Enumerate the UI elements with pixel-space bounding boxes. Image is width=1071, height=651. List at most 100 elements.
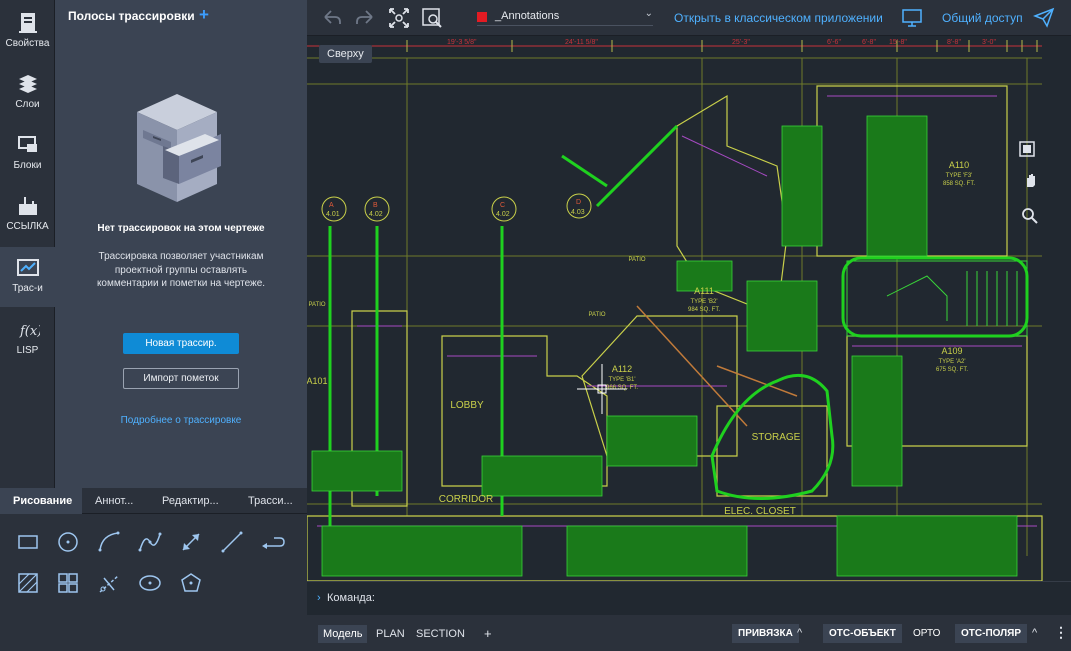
import-markup-button[interactable]: Импорт пометок <box>123 368 239 389</box>
line-icon[interactable] <box>219 529 245 555</box>
rail-item-label: Слои <box>15 99 40 110</box>
trim-icon[interactable] <box>96 570 122 596</box>
tab-draw[interactable]: Рисование <box>0 488 82 514</box>
svg-text:6'-8": 6'-8" <box>862 39 876 46</box>
panel-title: Полосы трассировки <box>68 9 195 23</box>
svg-text:4.03: 4.03 <box>571 209 585 216</box>
svg-text:TYPE 'B1': TYPE 'B1' <box>609 377 636 383</box>
toggle-ortho[interactable]: ОРТО <box>907 624 946 643</box>
tab-plan[interactable]: PLAN <box>371 625 410 643</box>
polygon-icon[interactable] <box>178 570 204 596</box>
pan-hand-icon[interactable] <box>1022 171 1040 189</box>
spline-icon[interactable] <box>137 529 163 555</box>
rail-item-xref[interactable]: ССЫЛКА <box>0 185 55 245</box>
add-layout-button[interactable]: + <box>479 623 497 644</box>
toggle-snap[interactable]: ПРИВЯЗКА <box>732 624 799 643</box>
toggle-object-tracking[interactable]: ОТС-ОБЪЕКТ <box>823 624 902 643</box>
svg-text:LOBBY: LOBBY <box>450 400 484 411</box>
svg-text:4.02: 4.02 <box>369 211 383 218</box>
empty-state-title: Нет трассировок на этом чертеже <box>97 223 265 234</box>
rail-item-layers[interactable]: Слои <box>0 63 55 123</box>
tab-model[interactable]: Модель <box>318 625 368 643</box>
svg-text:A112: A112 <box>612 364 632 374</box>
svg-text:3'-0": 3'-0" <box>982 39 996 46</box>
ellipse-icon[interactable] <box>137 570 163 596</box>
drawing-canvas[interactable]: 19'-3 5/8" 24'-11 5/8" 25'-3" 6'-6" 6'-8" 15'… <box>307 36 1071 581</box>
svg-text:19'-3 5/8": 19'-3 5/8" <box>447 39 477 46</box>
tool-palette: Рисование Аннот... Редактир... Трасси... <box>0 488 307 651</box>
share-link[interactable]: Общий доступ <box>942 11 1023 25</box>
zoom-window-icon[interactable] <box>421 7 443 29</box>
svg-text:PATIO: PATIO <box>588 312 605 318</box>
view-label[interactable]: Сверху <box>319 45 372 63</box>
properties-icon <box>18 13 37 33</box>
arc-icon[interactable] <box>96 529 122 555</box>
chevron-up-icon[interactable]: ^ <box>1027 624 1042 642</box>
array-icon[interactable] <box>55 570 81 596</box>
svg-text:A110: A110 <box>949 160 969 170</box>
svg-text:A111: A111 <box>694 286 714 296</box>
chevron-up-icon[interactable]: ^ <box>792 624 807 642</box>
learn-more-link[interactable]: Подробнее о трассировке <box>55 415 307 426</box>
blocks-icon <box>17 136 37 152</box>
svg-text:6'-6": 6'-6" <box>827 39 841 46</box>
xref-icon <box>18 197 37 215</box>
tab-trace[interactable]: Трасси... <box>232 488 307 514</box>
more-options-icon[interactable]: ⋮ <box>1049 621 1071 644</box>
svg-text:PATIO: PATIO <box>628 257 645 263</box>
lisp-icon: f(x) <box>19 324 40 339</box>
svg-text:966 SQ. FT.: 966 SQ. FT. <box>606 385 638 391</box>
svg-text:TYPE 'B2': TYPE 'B2' <box>691 299 718 305</box>
svg-text:15'-8": 15'-8" <box>889 39 907 46</box>
double-arrow-icon[interactable] <box>178 529 204 555</box>
palette-tabs: Рисование Аннот... Редактир... Трасси... <box>0 488 307 514</box>
svg-text:675 SQ. FT.: 675 SQ. FT. <box>936 367 968 373</box>
layer-selector[interactable]: _Annotations ⌄ <box>477 8 653 26</box>
svg-text:4.01: 4.01 <box>326 211 340 218</box>
svg-text:8'-8": 8'-8" <box>947 39 961 46</box>
command-line[interactable]: › Команда: <box>307 581 1071 615</box>
add-trace-button[interactable]: + <box>199 5 209 25</box>
rail-item-properties[interactable]: Свойства <box>0 2 55 62</box>
svg-text:A: A <box>329 202 334 209</box>
open-in-desktop-link[interactable]: Открыть в классическом приложении <box>674 11 883 25</box>
svg-text:C: C <box>500 202 505 209</box>
svg-text:858 SQ. FT.: 858 SQ. FT. <box>943 181 975 187</box>
svg-text:B: B <box>373 202 378 209</box>
trace-panel: Полосы трассировки + Нет трассировок на … <box>55 0 307 488</box>
svg-text:TYPE 'A2': TYPE 'A2' <box>939 359 966 365</box>
new-trace-button[interactable]: Новая трассир. <box>123 333 239 354</box>
zoom-extents-icon[interactable] <box>388 7 410 29</box>
tab-annotate[interactable]: Аннот... <box>82 488 148 514</box>
svg-text:STORAGE: STORAGE <box>752 432 801 443</box>
tab-modify[interactable]: Редактир... <box>148 488 232 514</box>
undo-icon[interactable] <box>321 7 343 29</box>
rail-item-lisp[interactable]: f(x) LISP <box>0 309 55 369</box>
svg-text:ELEC. CLOSET: ELEC. CLOSET <box>724 506 796 517</box>
svg-text:PATIO: PATIO <box>308 302 325 308</box>
command-prompt-chevron: › <box>317 592 321 604</box>
svg-text:A101: A101 <box>307 376 328 386</box>
redo-icon[interactable] <box>354 7 376 29</box>
paper-plane-icon[interactable] <box>1033 6 1055 28</box>
zoom-magnifier-icon[interactable] <box>1021 207 1039 225</box>
floor-plan-drawing[interactable]: 19'-3 5/8" 24'-11 5/8" 25'-3" 6'-6" 6'-8" 15'… <box>307 36 1071 581</box>
circle-icon[interactable] <box>55 529 81 555</box>
hatch-icon[interactable] <box>15 570 41 596</box>
layer-name: _Annotations <box>495 10 560 22</box>
rail-item-blocks[interactable]: Блоки <box>0 124 55 184</box>
left-rail: Свойства Слои Блоки ССЫЛКА Трас-и f(x) L… <box>0 0 55 488</box>
rail-item-label: Трас-и <box>12 283 43 294</box>
command-prompt: Команда: <box>327 592 375 604</box>
svg-text:A109: A109 <box>941 346 962 356</box>
rectangle-icon[interactable] <box>15 529 41 555</box>
layout-toggle-icon[interactable] <box>1018 140 1036 158</box>
desktop-monitor-icon[interactable] <box>901 7 923 29</box>
empty-state-description: Трассировка позволяет участникам проектн… <box>96 251 266 289</box>
tab-section[interactable]: SECTION <box>411 625 470 643</box>
toggle-polar-tracking[interactable]: ОТС-ПОЛЯР <box>955 624 1028 643</box>
svg-text:24'-11 5/8": 24'-11 5/8" <box>565 39 598 46</box>
rail-item-trace[interactable]: Трас-и <box>0 247 55 307</box>
layers-icon <box>18 75 37 93</box>
polyline-arrow-icon[interactable] <box>260 529 286 555</box>
